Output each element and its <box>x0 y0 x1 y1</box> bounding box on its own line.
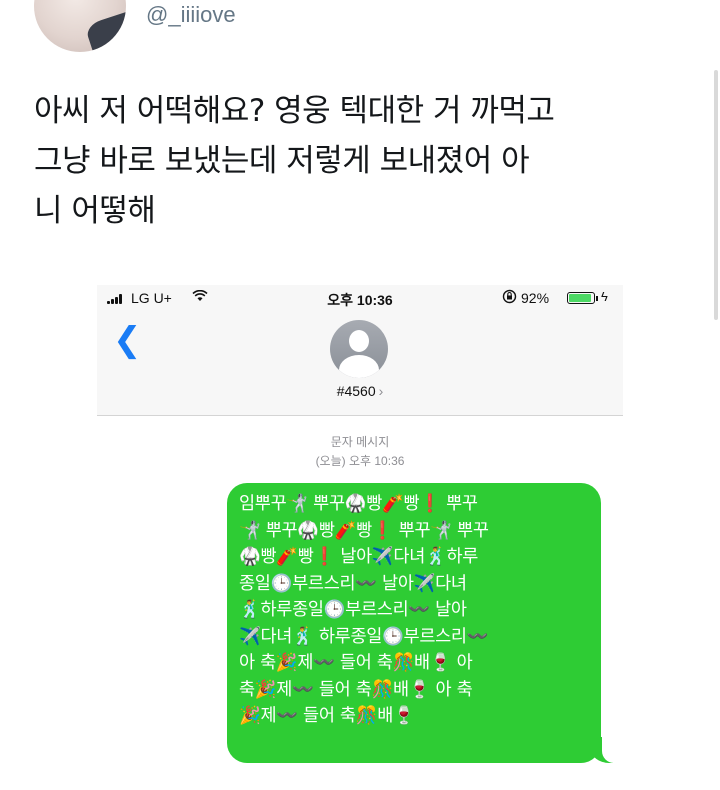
embedded-screenshot[interactable]: LG U+ 오후 10:36 92% ϟ ❮ #4560 › 문자 메시지 (오늘… <box>97 285 624 790</box>
message-timestamp: (오늘) 오후 10:36 <box>315 454 405 468</box>
message-line: ✈️다녀🕺 하루종일🕒부르스리〰️ <box>239 626 489 647</box>
user-handle[interactable]: @_iiiiove <box>146 2 236 28</box>
message-line: 종일🕒부르스리〰️ 날아✈️다녀 <box>239 573 467 594</box>
battery-level-fill <box>569 294 592 302</box>
message-line: 아 축🎉제〰️ 들어 축🎊배🍷 아 <box>239 653 473 673</box>
battery-cap <box>596 296 598 301</box>
back-chevron-icon[interactable]: ❮ <box>113 323 142 357</box>
contact-number: #4560 <box>336 383 376 399</box>
tweet-text-line: 아씨 저 어떡해요? 영웅 텍대한 거 까먹고 <box>34 93 555 129</box>
message-line: 🎉제〰️ 들어 축🎊배🍷 <box>239 706 415 726</box>
battery-percent: 92% <box>521 290 550 306</box>
contact-avatar[interactable] <box>330 320 388 378</box>
user-avatar[interactable] <box>34 0 126 52</box>
tweet-text: 아씨 저 어떡해요? 영웅 텍대한 거 까먹고 그냥 바로 보냈는데 저렇게 보… <box>34 86 694 236</box>
tweet-header: @_iiiiove <box>0 0 720 60</box>
charging-bolt-icon: ϟ <box>601 289 608 304</box>
message-line: 🥋빵🧨빵❗ 날아✈️다녀🕺하루 <box>239 547 479 567</box>
chevron-right-icon: › <box>378 383 384 399</box>
message-type-label: 문자 메시지 <box>330 435 390 449</box>
tweet-text-line: 니 어떻해 <box>34 193 156 229</box>
message-text: 임뿌꾸🤺 뿌꾸🥋빵🧨빵❗ 뿌꾸 🤺 뿌꾸🥋빵🧨빵❗ 뿌꾸🤺 뿌꾸 🥋빵🧨빵❗ 날… <box>239 491 594 730</box>
message-line: 🤺 뿌꾸🥋빵🧨빵❗ 뿌꾸🤺 뿌꾸 <box>239 520 489 541</box>
message-line: 축🎉제〰️ 들어 축🎊배🍷 아 축 <box>239 679 473 700</box>
message-bubble[interactable]: 임뿌꾸🤺 뿌꾸🥋빵🧨빵❗ 뿌꾸 🤺 뿌꾸🥋빵🧨빵❗ 뿌꾸🤺 뿌꾸 🥋빵🧨빵❗ 날… <box>227 483 601 763</box>
orientation-lock-icon <box>502 289 517 307</box>
battery-icon <box>567 292 595 304</box>
contact-name[interactable]: #4560 › <box>97 383 623 399</box>
messages-nav-bar: LG U+ 오후 10:36 92% ϟ ❮ #4560 › <box>97 285 623 416</box>
tweet-text-line: 그냥 바로 보냈는데 저렇게 보내졌어 아 <box>34 143 530 179</box>
status-bar: LG U+ 오후 10:36 92% ϟ <box>97 285 623 313</box>
scrollbar[interactable] <box>714 70 718 320</box>
message-line: 🕺하루종일🕒부르스리〰️ 날아 <box>239 600 467 620</box>
message-line: 임뿌꾸🤺 뿌꾸🥋빵🧨빵❗ 뿌꾸 <box>239 494 478 514</box>
